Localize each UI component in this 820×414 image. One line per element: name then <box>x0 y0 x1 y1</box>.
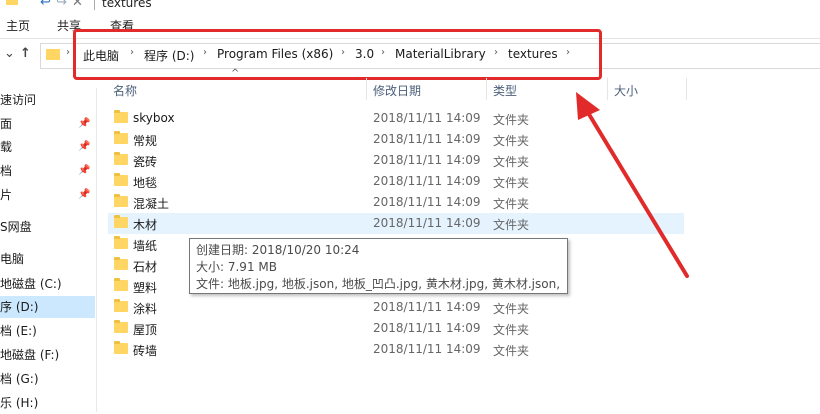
sidebar-item-label: 速访问 <box>0 93 37 107</box>
sidebar-item[interactable]: 电脑 <box>0 248 95 270</box>
file-name: 石材 <box>133 260 158 274</box>
file-row[interactable]: 屋顶 2018/11/11 14:09 文件夹 <box>108 318 684 339</box>
folder-icon <box>114 341 128 354</box>
column-header-name[interactable]: 名称 <box>113 82 137 99</box>
folder-icon <box>114 320 128 333</box>
sidebar-item[interactable]: 档 (E:) <box>0 320 95 342</box>
window-title: textures <box>102 0 152 10</box>
delete-icon[interactable]: ✕ <box>72 0 83 10</box>
redo-icon[interactable]: ↪ <box>56 0 67 10</box>
folder-icon <box>114 299 128 312</box>
file-modified-date: 2018/11/11 14:09 <box>373 174 481 188</box>
folder-icon <box>114 173 128 186</box>
divider <box>486 78 487 100</box>
folder-icon <box>114 236 128 249</box>
pin-icon[interactable]: 📌 <box>78 184 90 206</box>
folder-icon <box>114 257 128 270</box>
column-header-type[interactable]: 类型 <box>493 82 517 99</box>
file-modified-date: 2018/11/11 14:09 <box>373 153 481 167</box>
divider <box>366 78 367 100</box>
chevron-down-icon[interactable]: ⌄ <box>4 46 15 61</box>
file-row[interactable]: 砖墙 2018/11/11 14:09 文件夹 <box>108 339 684 360</box>
folder-icon <box>114 110 128 123</box>
file-type: 文件夹 <box>493 323 530 337</box>
tooltip-files: 文件: 地板.jpg, 地板.json, 地板_凹凸.jpg, 黄木材.jpg,… <box>196 277 561 291</box>
separator <box>94 0 95 10</box>
annotation-arrow <box>576 92 689 278</box>
file-modified-date: 2018/11/11 14:09 <box>373 216 481 230</box>
sidebar-item[interactable]: 乐 (H:) <box>0 392 95 414</box>
file-type: 文件夹 <box>493 155 530 169</box>
sidebar-item[interactable]: 地磁盘 (C:) <box>0 273 95 295</box>
folder-icon <box>114 215 128 228</box>
tooltip-created: 创建日期: 2018/10/20 10:24 <box>196 243 360 257</box>
pin-icon[interactable]: 📌 <box>78 160 90 182</box>
folder-icon <box>114 152 128 165</box>
folder-icon <box>114 278 128 291</box>
file-modified-date: 2018/11/11 14:09 <box>373 195 481 209</box>
file-type: 文件夹 <box>493 134 530 148</box>
file-name: 地毯 <box>133 176 158 190</box>
up-arrow-icon[interactable]: ↑ <box>20 46 31 61</box>
sidebar-item-label: 面 <box>0 117 13 131</box>
divider <box>96 88 97 412</box>
file-modified-date: 2018/11/11 14:09 <box>373 342 481 356</box>
sidebar-item[interactable]: 地磁盘 (F:) <box>0 344 95 366</box>
sidebar-item[interactable]: 档 (G:) <box>0 368 95 390</box>
file-name: 常规 <box>133 134 158 148</box>
file-name: skybox <box>133 111 175 125</box>
folder-icon <box>114 194 128 207</box>
file-name: 砖墙 <box>133 344 158 358</box>
file-type: 文件夹 <box>493 176 530 190</box>
column-header-date[interactable]: 修改日期 <box>373 82 421 99</box>
chevron-right-icon[interactable]: › <box>66 47 70 58</box>
file-type: 文件夹 <box>493 302 530 316</box>
sidebar-item[interactable]: 载 📌 <box>0 136 95 158</box>
sidebar-item-label: 序 (D:) <box>0 300 39 314</box>
file-modified-date: 2018/11/11 14:09 <box>373 132 481 146</box>
folder-icon <box>46 49 60 60</box>
file-name: 屋顶 <box>133 323 158 337</box>
sidebar-item[interactable]: S网盘 <box>0 216 95 238</box>
file-name: 涂料 <box>133 302 158 316</box>
file-type: 文件夹 <box>493 197 530 211</box>
sidebar-item-label: 地磁盘 (F:) <box>0 348 60 362</box>
file-modified-date: 2018/11/11 14:09 <box>373 321 481 335</box>
sidebar-item-label: 载 <box>0 140 13 154</box>
sidebar-item-label: 档 (G:) <box>0 372 39 386</box>
sidebar-item-label: 档 (E:) <box>0 324 37 338</box>
sort-caret-icon: ^ <box>231 68 240 79</box>
folder-icon <box>114 131 128 144</box>
file-type: 文件夹 <box>493 218 530 232</box>
pin-icon[interactable]: 📌 <box>78 113 90 135</box>
file-name: 瓷砖 <box>133 155 158 169</box>
pin-icon[interactable]: 📌 <box>78 136 90 158</box>
sidebar-item[interactable]: 序 (D:) <box>0 296 95 318</box>
file-name: 塑料 <box>133 281 158 295</box>
file-name: 木材 <box>133 218 158 232</box>
sidebar-item[interactable]: 面 📌 <box>0 113 95 135</box>
undo-icon[interactable]: ↩ <box>40 0 51 10</box>
sidebar-item-label: 乐 (H:) <box>0 396 39 410</box>
file-name: 混凝土 <box>133 197 170 211</box>
tab-home[interactable]: 主页 <box>6 17 30 34</box>
file-name: 墙纸 <box>133 239 158 253</box>
file-row[interactable]: 涂料 2018/11/11 14:09 文件夹 <box>108 297 684 318</box>
sidebar-item-label: 电脑 <box>0 252 25 266</box>
tooltip-size: 大小: 7.91 MB <box>196 260 277 274</box>
sidebar-item[interactable]: 速访问 <box>0 89 95 111</box>
file-type: 文件夹 <box>493 113 530 127</box>
sidebar-item[interactable]: 片 📌 <box>0 184 95 206</box>
file-type: 文件夹 <box>493 344 530 358</box>
sidebar-item-label: 片 <box>0 188 13 202</box>
sidebar-item-label: 档 <box>0 164 13 178</box>
highlight-box <box>73 29 602 80</box>
folder-tooltip: 创建日期: 2018/10/20 10:24 大小: 7.91 MB 文件: 地… <box>189 238 568 294</box>
sidebar-item-label: S网盘 <box>0 220 32 234</box>
file-modified-date: 2018/11/11 14:09 <box>373 111 481 125</box>
sidebar-item-label: 地磁盘 (C:) <box>0 277 62 291</box>
sidebar-item[interactable]: 档 📌 <box>0 160 95 182</box>
folder-icon <box>6 0 18 5</box>
file-modified-date: 2018/11/11 14:09 <box>373 300 481 314</box>
